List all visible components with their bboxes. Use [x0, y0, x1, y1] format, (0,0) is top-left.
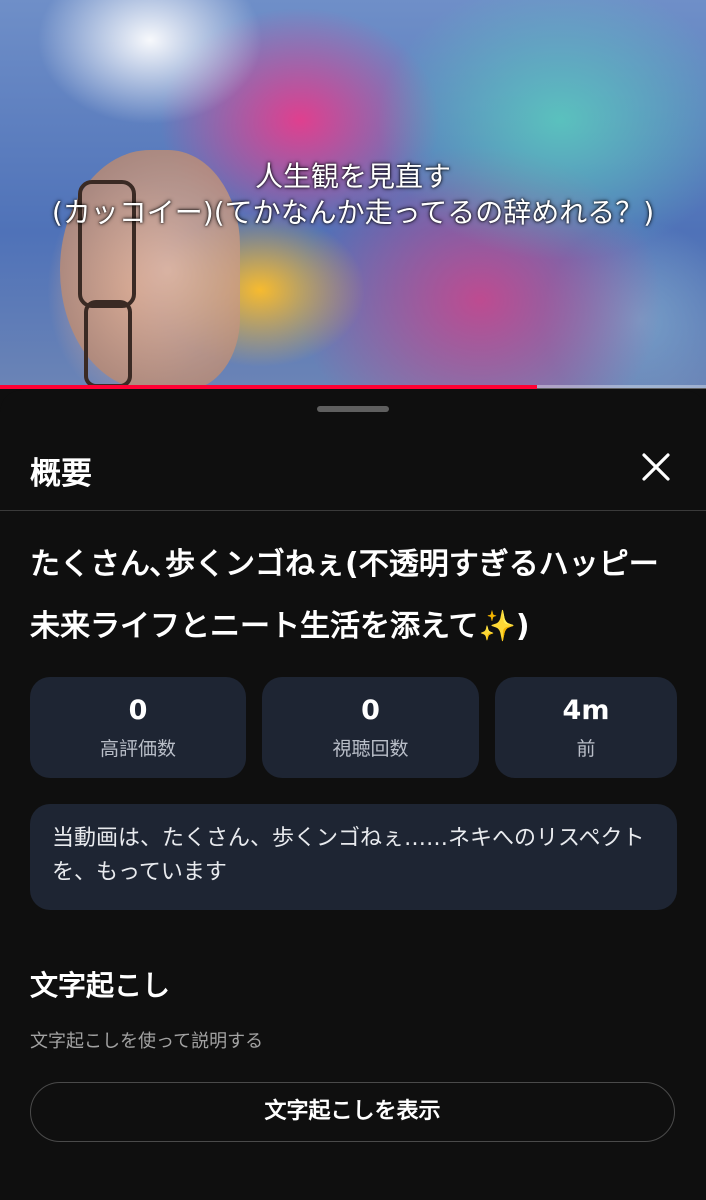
header-divider: [0, 510, 706, 511]
stat-likes-value: 0: [128, 695, 148, 726]
stat-views: 0 視聴回数: [262, 677, 479, 778]
stat-published-label: 前: [576, 738, 596, 760]
stat-likes: 0 高評価数: [30, 677, 246, 778]
stat-views-label: 視聴回数: [332, 738, 409, 760]
video-frame-glasses-lower: [84, 300, 132, 388]
description-box[interactable]: 当動画は、たくさん、歩くンゴねぇ……ネキへのリスペクトを、もっています: [30, 804, 677, 910]
show-transcript-button[interactable]: 文字起こしを表示: [30, 1082, 675, 1142]
video-player[interactable]: 人生観を見直す (カッコイー)(てかなんか走ってるの辞めれる？): [0, 0, 706, 388]
stat-views-value: 0: [361, 695, 380, 726]
video-caption-line-1: 人生観を見直す: [254, 160, 451, 193]
transcript-section-title: 文字起こし: [30, 969, 171, 1002]
close-button[interactable]: [626, 442, 686, 492]
stat-likes-label: 高評価数: [99, 738, 176, 760]
description-sheet: 概要 たくさん､歩くンゴねぇ(不透明すぎるハッピー未来ライフとニート生活を添えて…: [0, 390, 706, 1200]
stat-published: 4m 前: [495, 677, 677, 778]
stat-published-value: 4m: [562, 695, 610, 726]
video-caption-line-2: (カッコイー)(てかなんか走ってるの辞めれる？): [51, 196, 655, 229]
video-title: たくさん､歩くンゴねぇ(不透明すぎるハッピー未来ライフとニート生活を添えて✨): [30, 547, 659, 644]
description-text: 当動画は、たくさん、歩くンゴねぇ……ネキへのリスペクトを、もっています: [52, 826, 645, 885]
transcript-section-subtitle: 文字起こしを使って説明する: [30, 1031, 264, 1052]
video-progress-bar[interactable]: [0, 385, 706, 389]
close-icon: [642, 453, 670, 481]
sheet-drag-handle[interactable]: [317, 406, 389, 412]
video-progress-fill: [0, 385, 537, 389]
sheet-title: 概要: [30, 456, 92, 492]
